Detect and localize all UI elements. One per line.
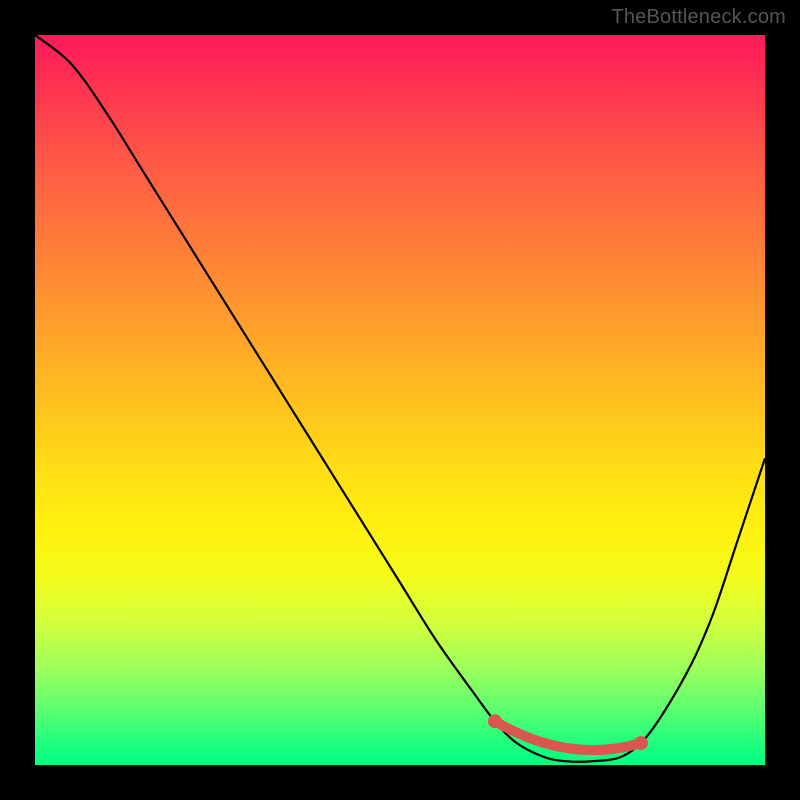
- bottleneck-curve-svg: [35, 35, 765, 765]
- chart-frame: TheBottleneck.com: [0, 0, 800, 800]
- bottleneck-curve: [35, 35, 765, 762]
- optimal-range-start-dot: [488, 714, 502, 728]
- plot-area: [35, 35, 765, 765]
- watermark-text: TheBottleneck.com: [611, 6, 786, 29]
- optimal-range-highlight: [495, 721, 641, 750]
- optimal-range-end-dot: [634, 736, 648, 750]
